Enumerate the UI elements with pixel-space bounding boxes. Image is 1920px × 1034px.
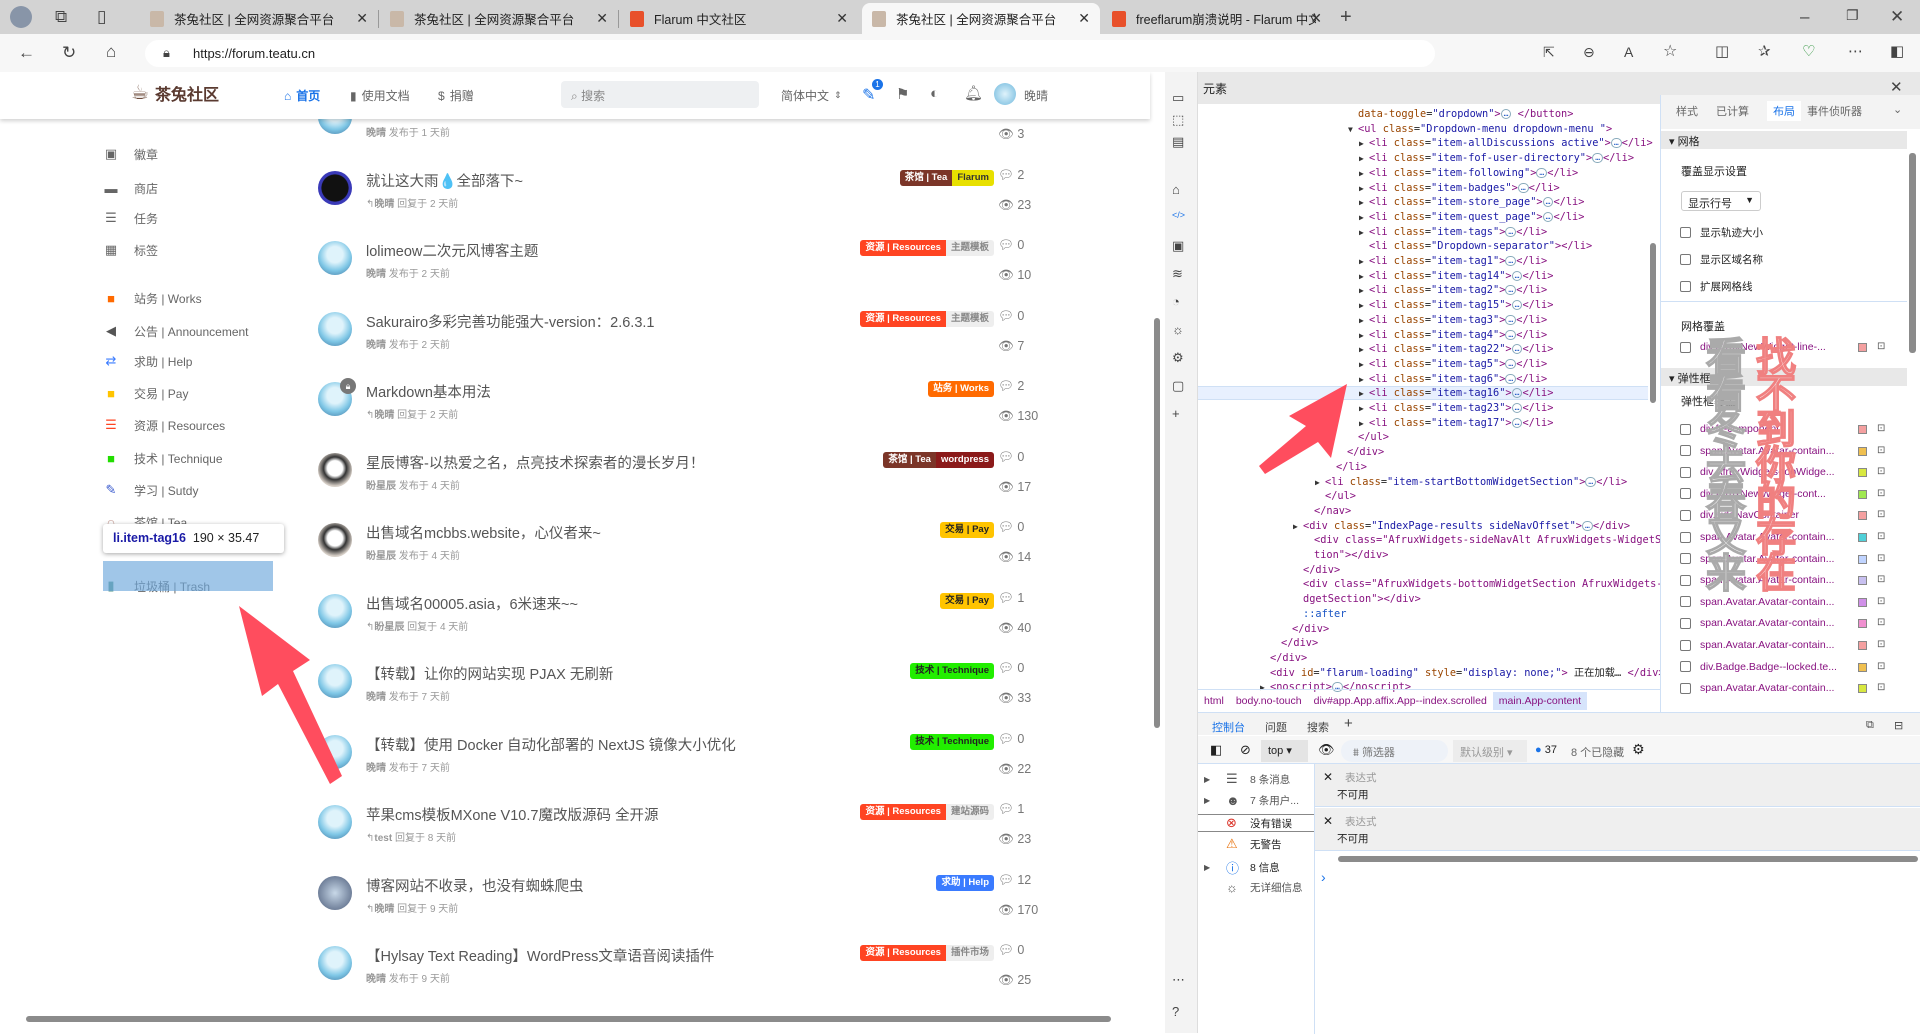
arrow-to-trash [239,606,342,784]
annotation-arrows [239,384,1347,784]
arrow-to-code [1259,384,1347,474]
